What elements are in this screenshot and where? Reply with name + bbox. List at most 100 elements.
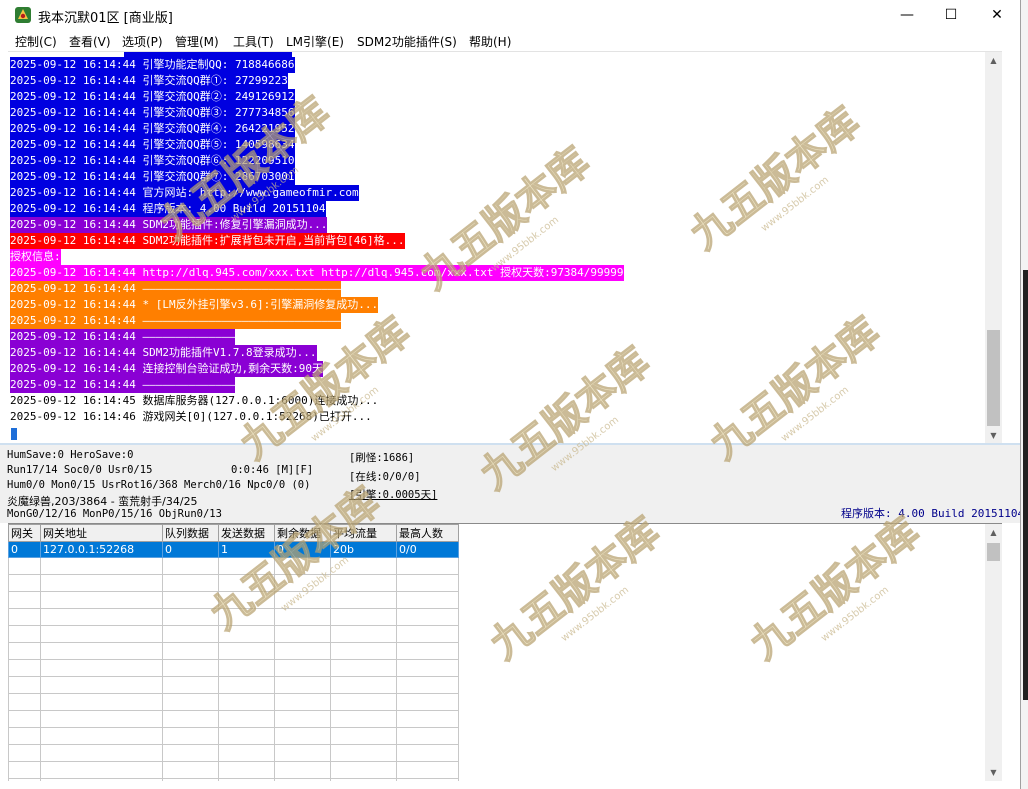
empty-cell: [40, 591, 163, 609]
empty-cell: [40, 778, 163, 781]
empty-cell: [274, 710, 331, 728]
log-line: 2025-09-12 16:14:44 SDM2功能插件V1.7.8登录成功..…: [10, 345, 317, 361]
close-button[interactable]: ✕: [974, 0, 1020, 30]
empty-cell: [8, 557, 41, 575]
empty-cell: [162, 676, 219, 694]
empty-cell: [330, 659, 397, 677]
empty-cell: [218, 693, 275, 711]
menu-tools[interactable]: 工具(T): [233, 33, 274, 50]
scroll-up-icon[interactable]: ▲: [985, 524, 1002, 541]
log-line: 2025-09-12 16:14:44 ————————————————————…: [10, 281, 342, 297]
empty-row: [8, 761, 459, 779]
status-refresh: [刷怪:1686]: [349, 452, 415, 464]
scroll-thumb[interactable]: [987, 330, 1000, 426]
column-header[interactable]: 网关: [8, 524, 41, 542]
server-log[interactable]: 2025-09-12 16:14:44 引擎功能定制QQ: 718846686 2…: [8, 51, 1002, 444]
empty-cell: [274, 659, 331, 677]
log-line: 2025-09-12 16:14:44 引擎功能定制QQ: 718846686: [10, 57, 295, 73]
table-header: 网关 网关地址 队列数据 发送数据 剩余数据 平均流量 最高人数: [8, 524, 459, 542]
empty-cell: [40, 625, 163, 643]
empty-cell: [274, 574, 331, 592]
empty-cell: [396, 574, 459, 592]
gateway-table-panel: 网关 网关地址 队列数据 发送数据 剩余数据 平均流量 最高人数 0 127.0.0.1:52…: [8, 523, 1002, 781]
log-scrollbar[interactable]: ▲ ▼: [985, 52, 1002, 444]
empty-row: [8, 659, 459, 677]
table-row[interactable]: 0 127.0.0.1:52268 0 1 0 20b 0/0: [8, 541, 459, 558]
empty-cell: [396, 608, 459, 626]
empty-cell: [162, 744, 219, 762]
minimize-button[interactable]: —: [884, 0, 930, 30]
column-header[interactable]: 最高人数: [396, 524, 459, 542]
menu-manage[interactable]: 管理(M): [175, 33, 219, 50]
column-header[interactable]: 发送数据: [218, 524, 275, 542]
empty-cell: [8, 761, 41, 779]
menu-control[interactable]: 控制(C): [15, 33, 57, 50]
empty-row: [8, 710, 459, 728]
empty-cell: [330, 642, 397, 660]
log-line: 2025-09-12 16:14:44 程序版本: 4.00 Build 201…: [10, 201, 326, 217]
empty-cell: [40, 693, 163, 711]
column-header[interactable]: 平均流量: [330, 524, 397, 542]
column-header[interactable]: 网关地址: [40, 524, 163, 542]
app-window: 我本沉默01区 [商业版] — ☐ ✕ 控制(C) 查看(V) 选项(P) 管理…: [0, 0, 1021, 789]
empty-cell: [330, 591, 397, 609]
empty-cell: [8, 744, 41, 762]
empty-cell: [40, 710, 163, 728]
empty-cell: [162, 693, 219, 711]
empty-cell: [330, 761, 397, 779]
scroll-down-icon[interactable]: ▼: [985, 427, 1002, 444]
empty-cell: [8, 608, 41, 626]
menu-sdm2-plugin[interactable]: SDM2功能插件(S): [357, 33, 457, 50]
log-line: 2025-09-12 16:14:44 引擎交流QQ群④: 264221952: [10, 121, 295, 137]
scroll-up-icon[interactable]: ▲: [985, 52, 1002, 69]
menu-lm-engine[interactable]: LM引擎(E): [286, 33, 344, 50]
empty-cell: [330, 710, 397, 728]
version-label: 程序版本: 4.00 Build 20151104: [841, 507, 1021, 520]
empty-row: [8, 778, 459, 781]
empty-cell: [274, 761, 331, 779]
scroll-down-icon[interactable]: ▼: [985, 764, 1002, 781]
empty-cell: [396, 642, 459, 660]
menu-view[interactable]: 查看(V): [69, 33, 111, 50]
empty-cell: [218, 676, 275, 694]
column-header[interactable]: 剩余数据: [274, 524, 331, 542]
empty-cell: [396, 761, 459, 779]
log-line: 2025-09-12 16:14:44 http://dlq.945.com/x…: [10, 265, 624, 281]
status-engine[interactable]: [引擎:0.0005天]: [349, 487, 437, 502]
minimize-icon: —: [900, 7, 914, 23]
log-line: 2025-09-12 16:14:44 ————————————————————…: [10, 313, 342, 329]
empty-cell: [218, 642, 275, 660]
empty-cell: [218, 710, 275, 728]
empty-cell: [218, 761, 275, 779]
scroll-thumb[interactable]: [987, 543, 1000, 561]
column-header[interactable]: 队列数据: [162, 524, 219, 542]
empty-row: [8, 693, 459, 711]
title-bar[interactable]: 我本沉默01区 [商业版] — ☐ ✕: [0, 0, 1020, 31]
empty-cell: [396, 557, 459, 575]
menu-options[interactable]: 选项(P): [122, 33, 163, 50]
table-cell: 20b: [330, 541, 397, 558]
empty-cell: [396, 693, 459, 711]
empty-cell: [40, 727, 163, 745]
empty-cell: [8, 591, 41, 609]
empty-cell: [396, 744, 459, 762]
empty-cell: [396, 591, 459, 609]
log-line: 2025-09-12 16:14:44 ——————————————: [10, 329, 236, 345]
menu-help[interactable]: 帮助(H): [469, 33, 511, 50]
empty-cell: [8, 693, 41, 711]
empty-cell: [330, 676, 397, 694]
table-scrollbar[interactable]: ▲ ▼: [985, 524, 1002, 781]
empty-cell: [8, 778, 41, 781]
empty-cell: [274, 778, 331, 781]
log-line: 2025-09-12 16:14:44 引擎交流QQ群⑥: 122209510: [10, 153, 295, 169]
table-cell: 0: [8, 541, 41, 558]
empty-cell: [218, 591, 275, 609]
close-icon: ✕: [991, 7, 1003, 23]
empty-cell: [396, 727, 459, 745]
maximize-button[interactable]: ☐: [928, 0, 974, 30]
empty-cell: [396, 625, 459, 643]
empty-cell: [274, 608, 331, 626]
empty-cell: [8, 625, 41, 643]
empty-cell: [330, 744, 397, 762]
log-line: 2025-09-12 16:14:44 SDM2功能插件:修复引擎漏洞成功...: [10, 217, 328, 233]
